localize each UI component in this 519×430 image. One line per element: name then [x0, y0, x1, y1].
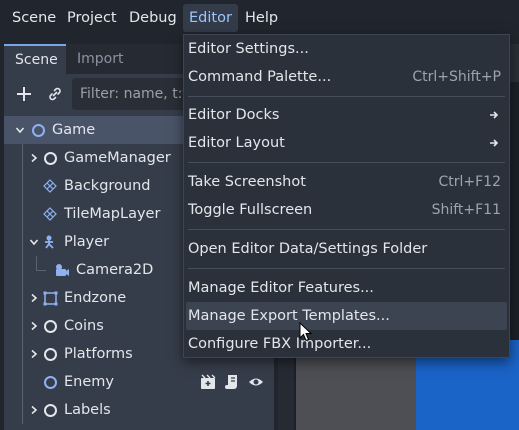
- tree-row-label: Game: [52, 122, 96, 138]
- tree-row-labels[interactable]: Labels: [4, 396, 274, 424]
- menu-debug[interactable]: Debug: [123, 4, 183, 32]
- expand-arrow-icon[interactable]: [28, 340, 40, 368]
- menubar: Scene Project Debug Editor Help: [0, 0, 519, 36]
- enemy-row-icons: [200, 374, 264, 390]
- menu-item-manage-export-templates[interactable]: Manage Export Templates...: [186, 302, 507, 330]
- menu-item-label: Manage Export Templates...: [188, 308, 390, 324]
- tree-row-label: Camera2D: [76, 262, 154, 278]
- area-icon: [42, 290, 58, 306]
- add-node-button[interactable]: [11, 81, 37, 107]
- tab-import[interactable]: Import: [66, 44, 135, 74]
- editor-menu-dropdown: Editor Settings... Command Palette... Ct…: [183, 34, 510, 358]
- tree-row-label: Enemy: [64, 374, 114, 390]
- menu-item-command-palette[interactable]: Command Palette... Ctrl+Shift+P: [184, 63, 509, 91]
- menu-item-shortcut: Shift+F11: [431, 202, 501, 218]
- menu-item-label: Editor Layout: [188, 135, 285, 151]
- node-ring-icon: [42, 150, 58, 166]
- visibility-eye-icon[interactable]: [248, 374, 264, 390]
- expand-arrow-icon[interactable]: [28, 144, 40, 172]
- link-icon: [49, 87, 61, 101]
- tree-row-enemy[interactable]: Enemy: [4, 368, 274, 396]
- expand-arrow-icon[interactable]: [28, 312, 40, 340]
- plus-icon: [17, 87, 31, 101]
- menu-item-configure-fbx[interactable]: Configure FBX Importer...: [184, 330, 509, 358]
- collapse-arrow-icon[interactable]: [28, 228, 40, 256]
- tree-row-label: TileMapLayer: [64, 206, 161, 222]
- submenu-arrow-icon: [490, 139, 499, 147]
- menu-scene[interactable]: Scene: [6, 4, 62, 32]
- tree-row-label: Platforms: [64, 346, 133, 362]
- instance-scene-button[interactable]: [42, 81, 68, 107]
- menu-item-shortcut: Ctrl+Shift+P: [412, 69, 501, 85]
- menu-item-manage-features[interactable]: Manage Editor Features...: [184, 274, 509, 302]
- menu-separator: [188, 162, 505, 163]
- scene-tile-grey: [296, 356, 416, 430]
- collapse-arrow-icon[interactable]: [14, 116, 26, 144]
- menu-item-take-screenshot[interactable]: Take Screenshot Ctrl+F12: [184, 168, 509, 196]
- tileset-icon: [42, 206, 58, 222]
- submenu-arrow-icon: [490, 111, 499, 119]
- tree-row-label: Background: [64, 178, 151, 194]
- menu-item-editor-docks[interactable]: Editor Docks: [184, 101, 509, 129]
- tileset-icon: [42, 178, 58, 194]
- tab-scene[interactable]: Scene: [4, 44, 69, 74]
- tree-row-label: Player: [64, 234, 110, 250]
- menu-item-open-data-folder[interactable]: Open Editor Data/Settings Folder: [184, 235, 509, 263]
- menu-item-editor-settings[interactable]: Editor Settings...: [184, 35, 509, 63]
- open-scene-icon[interactable]: [200, 374, 216, 390]
- menu-separator: [188, 96, 505, 97]
- menu-item-label: Open Editor Data/Settings Folder: [188, 241, 428, 257]
- menu-item-label: Take Screenshot: [188, 174, 306, 190]
- menu-item-editor-layout[interactable]: Editor Layout: [184, 129, 509, 157]
- menu-editor[interactable]: Editor: [183, 4, 238, 32]
- mouse-cursor-icon: [299, 322, 313, 342]
- character-icon: [42, 234, 58, 250]
- menu-item-shortcut: Ctrl+F12: [438, 174, 501, 190]
- node-ring-blue-icon: [42, 374, 58, 390]
- node-ring-icon: [42, 318, 58, 334]
- menu-help[interactable]: Help: [239, 4, 284, 32]
- node-ring-icon: [42, 346, 58, 362]
- menu-item-label: Toggle Fullscreen: [188, 202, 313, 218]
- expand-arrow-icon[interactable]: [28, 396, 40, 424]
- menu-item-toggle-fullscreen[interactable]: Toggle Fullscreen Shift+F11: [184, 196, 509, 224]
- menu-item-label: Manage Editor Features...: [188, 280, 374, 296]
- node-ring-blue-icon: [30, 122, 46, 138]
- godot-editor-window: Scene Project Debug Editor Help Scene Im…: [0, 0, 519, 430]
- menu-separator: [188, 268, 505, 269]
- tree-row-label: Endzone: [64, 290, 127, 306]
- menu-item-label: Configure FBX Importer...: [188, 336, 372, 352]
- menu-project[interactable]: Project: [61, 4, 123, 32]
- script-icon[interactable]: [224, 374, 240, 390]
- menu-item-label: Command Palette...: [188, 69, 332, 85]
- node-ring-icon: [42, 402, 58, 418]
- camera-icon: [54, 262, 70, 278]
- menu-item-label: Editor Docks: [188, 107, 280, 123]
- expand-arrow-icon[interactable]: [28, 284, 40, 312]
- tree-row-label: GameManager: [64, 150, 171, 166]
- tree-row-label: Labels: [64, 402, 111, 418]
- menu-separator: [188, 229, 505, 230]
- tree-row-label: Coins: [64, 318, 104, 334]
- menu-item-label: Editor Settings...: [188, 41, 309, 57]
